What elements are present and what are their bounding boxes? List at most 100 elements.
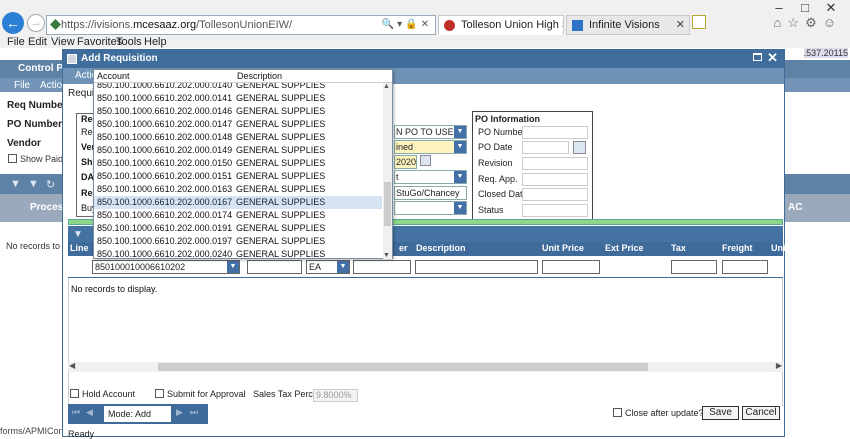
dropdown-arrow-icon[interactable]: ▼	[454, 126, 466, 138]
scroll-left-icon[interactable]: ◀	[69, 361, 75, 370]
maximize-icon[interactable]: □	[792, 0, 818, 15]
address-bar[interactable]: https://ivisions.mcesaaz.org/TollesonUni…	[46, 15, 436, 35]
bg-menu-file[interactable]: File	[14, 80, 30, 91]
po-number-field[interactable]	[522, 126, 588, 139]
dropdown-row[interactable]: 850.100.1000.6610.202.000.0149 GENERAL SU…	[94, 144, 382, 157]
dropdown-scrollbar[interactable]: ▲ ▼	[383, 83, 392, 259]
dropdown-arrow-icon[interactable]: ▼	[454, 171, 466, 183]
close-tab-icon[interactable]: ✕	[676, 18, 685, 31]
po-date-field[interactable]	[522, 141, 569, 154]
uom-select[interactable]: EA ▼	[306, 260, 350, 274]
window-controls[interactable]: – □ ✕	[766, 0, 844, 16]
dropdown-arrow-icon[interactable]: ▼	[227, 261, 239, 273]
scroll-thumb[interactable]	[384, 182, 391, 226]
last-record-icon[interactable]: ⏭	[190, 407, 198, 418]
menu-help[interactable]: Help	[144, 36, 167, 48]
dropdown-row[interactable]: 850.100.1000.6610.202.000.0191 GENERAL SU…	[94, 222, 382, 235]
dropdown-arrow-icon[interactable]: ▼	[454, 141, 466, 153]
checkbox-box[interactable]	[8, 154, 17, 163]
dropdown-row[interactable]: 850.100.1000.6610.202.000.0150 GENERAL SU…	[94, 157, 382, 170]
dropdown-arrow-icon[interactable]: ▼	[454, 202, 466, 214]
minimize-icon[interactable]: –	[766, 0, 792, 15]
address-icons[interactable]: 🔍▾🔒✕	[382, 19, 432, 30]
freight-input[interactable]	[722, 260, 768, 274]
refresh-icon[interactable]: ↻	[46, 178, 55, 191]
revision-field[interactable]	[522, 157, 588, 170]
unit-price-input[interactable]	[542, 260, 600, 274]
col-ext-price[interactable]: Ext Price	[605, 243, 644, 253]
dropdown-arrow-icon[interactable]: ▼	[337, 261, 349, 273]
clear-filter-icon[interactable]: ▼	[28, 178, 39, 190]
col-line[interactable]: Line	[70, 243, 89, 253]
menu-view[interactable]: View	[51, 36, 75, 48]
peek-select-5[interactable]: ▼	[394, 201, 467, 215]
account-combobox[interactable]: 850100010006610202 ▼	[92, 260, 240, 274]
col-description[interactable]: Description	[416, 243, 466, 253]
dropdown-row[interactable]: 850.100.1000.6610.202.000.0140 GENERAL SU…	[94, 83, 382, 92]
account-input[interactable]	[353, 260, 411, 274]
scroll-thumb[interactable]	[158, 363, 648, 371]
tab-infinite-visions[interactable]: Infinite Visions ✕	[566, 15, 690, 35]
dropdown-row[interactable]: 850.100.1000.6610.202.000.0240 GENERAL SU…	[94, 248, 382, 260]
dropdown-row[interactable]: 850.100.1000.6610.202.000.0174 GENERAL SU…	[94, 209, 382, 222]
dropdown-row[interactable]: 850.100.1000.6610.202.000.0197 GENERAL SU…	[94, 235, 382, 248]
submit-approval-checkbox[interactable]: Submit for Approval	[155, 389, 246, 399]
description-input[interactable]	[415, 260, 538, 274]
menu-file[interactable]: File	[7, 36, 25, 48]
scroll-down-icon[interactable]: ▼	[383, 252, 390, 259]
status-field[interactable]	[522, 204, 588, 217]
peek-select-3[interactable]: t ▼	[394, 170, 467, 184]
checkbox-box[interactable]	[70, 389, 79, 398]
dropdown-row[interactable]: 850.100.1000.6610.202.000.0147 GENERAL SU…	[94, 118, 382, 131]
peek-select-2[interactable]: ined ▼	[394, 140, 467, 154]
tab-tolleson[interactable]: Tolleson Union High School Di...	[438, 15, 564, 35]
calendar-icon[interactable]	[573, 141, 586, 154]
dropdown-row[interactable]: 850.100.1000.6610.202.000.0151 GENERAL SU…	[94, 170, 382, 183]
col-account[interactable]: er	[399, 243, 408, 253]
home-icon[interactable]: ⌂	[774, 15, 788, 30]
peek-field-4[interactable]: StuGo/Chancey	[394, 186, 467, 200]
new-tab-button[interactable]	[692, 15, 706, 29]
checkbox-box[interactable]	[613, 408, 622, 417]
save-button[interactable]: Save	[702, 406, 739, 420]
first-record-icon[interactable]: ⏮	[72, 407, 80, 418]
dropdown-row[interactable]: 850.100.1000.6610.202.000.0146 GENERAL SU…	[94, 105, 382, 118]
quantity-field[interactable]	[247, 260, 302, 274]
gear-icon[interactable]: ⚙	[805, 15, 823, 30]
menu-edit[interactable]: Edit	[28, 36, 47, 48]
calendar-icon[interactable]	[420, 155, 431, 166]
close-dialog-icon[interactable]: ✕	[767, 50, 778, 66]
maximize-dialog-icon[interactable]	[753, 53, 762, 61]
close-after-update-checkbox[interactable]: Close after update?	[613, 408, 704, 418]
col-ac[interactable]: AC	[788, 202, 802, 213]
dropdown-row[interactable]: 850.100.1000.6610.202.000.0141 GENERAL SU…	[94, 92, 382, 105]
smiley-icon[interactable]: ☺	[823, 15, 842, 30]
dropdown-row[interactable]: 850.100.1000.6610.202.000.0148 GENERAL SU…	[94, 131, 382, 144]
col-freight[interactable]: Freight	[722, 243, 753, 253]
col-tax[interactable]: Tax	[671, 243, 686, 253]
horizontal-scrollbar[interactable]: ◀ ▶	[68, 361, 783, 372]
peek-date-field[interactable]: 2020	[394, 155, 417, 169]
scroll-right-icon[interactable]: ▶	[776, 361, 782, 370]
forward-button[interactable]: →	[27, 14, 45, 32]
cancel-button[interactable]: Cancel	[742, 406, 780, 420]
close-window-icon[interactable]: ✕	[818, 0, 844, 16]
scroll-up-icon[interactable]: ▲	[383, 83, 390, 90]
menu-tools[interactable]: Tools	[116, 36, 142, 48]
peek-select-1[interactable]: N PO TO USER ▼	[394, 125, 467, 139]
favorites-icon[interactable]: ☆	[787, 15, 805, 30]
back-button[interactable]: ←	[2, 12, 24, 34]
next-record-icon[interactable]: ▶	[176, 407, 183, 418]
filter-icon[interactable]: ▼	[73, 229, 83, 240]
hold-account-checkbox[interactable]: Hold Account	[70, 389, 135, 399]
checkbox-box[interactable]	[155, 389, 164, 398]
dropdown-row[interactable]: 850.100.1000.6610.202.000.0163 GENERAL SU…	[94, 183, 382, 196]
prev-record-icon[interactable]: ◀	[86, 407, 93, 418]
col-unit-price[interactable]: Unit Price	[542, 243, 584, 253]
dropdown-row[interactable]: 850.100.1000.6610.202.000.0167 GENERAL SU…	[94, 196, 382, 209]
toolbar-icons[interactable]: ⌂☆⚙☺	[774, 15, 842, 31]
tax-input[interactable]	[671, 260, 717, 274]
filter-icon[interactable]: ▼	[10, 178, 21, 190]
col-unit[interactable]: Uni	[771, 243, 786, 253]
req-app-field[interactable]	[522, 173, 588, 186]
